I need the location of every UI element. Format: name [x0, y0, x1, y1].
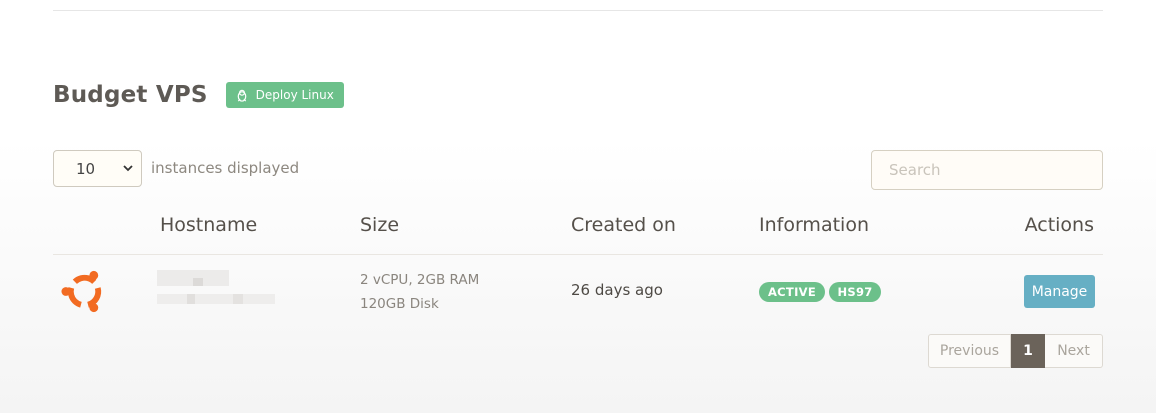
- section-header: Budget VPS Deploy Linux: [53, 82, 344, 108]
- column-header-created-on[interactable]: Created on: [571, 214, 676, 236]
- search-input[interactable]: [871, 150, 1103, 190]
- deploy-linux-label: Deploy Linux: [255, 88, 334, 102]
- pagination-page-1[interactable]: 1: [1011, 334, 1045, 368]
- created-on-cell: 26 days ago: [571, 281, 663, 299]
- hostname-redacted: [157, 270, 277, 308]
- status-badge: ACTIVE: [759, 282, 825, 302]
- chevron-down-icon: [123, 165, 133, 172]
- pagination-previous[interactable]: Previous: [928, 334, 1011, 368]
- size-disk: 120GB Disk: [360, 296, 439, 312]
- deploy-linux-button[interactable]: Deploy Linux: [225, 82, 344, 108]
- instances-per-page-value: 10: [76, 159, 96, 178]
- column-header-information[interactable]: Information: [759, 214, 869, 236]
- column-header-actions: Actions: [1024, 214, 1094, 236]
- pagination: Previous 1 Next: [928, 334, 1103, 368]
- column-header-size[interactable]: Size: [360, 214, 399, 236]
- table-header-divider: [53, 254, 1103, 255]
- ubuntu-logo-icon: [61, 270, 102, 313]
- linux-penguin-icon: [237, 89, 246, 102]
- size-cpu-ram: 2 vCPU, 2GB RAM: [360, 272, 480, 288]
- column-header-hostname[interactable]: Hostname: [160, 214, 257, 236]
- instances-displayed-label: instances displayed: [151, 159, 300, 177]
- location-badge: HS97: [829, 282, 881, 302]
- instances-per-page-select[interactable]: 10: [53, 150, 142, 187]
- page-title: Budget VPS: [53, 82, 208, 108]
- manage-button[interactable]: Manage: [1024, 275, 1095, 308]
- top-divider: [53, 10, 1103, 11]
- size-cell: 2 vCPU, 2GB RAM 120GB Disk: [360, 268, 479, 316]
- pagination-next[interactable]: Next: [1045, 334, 1103, 368]
